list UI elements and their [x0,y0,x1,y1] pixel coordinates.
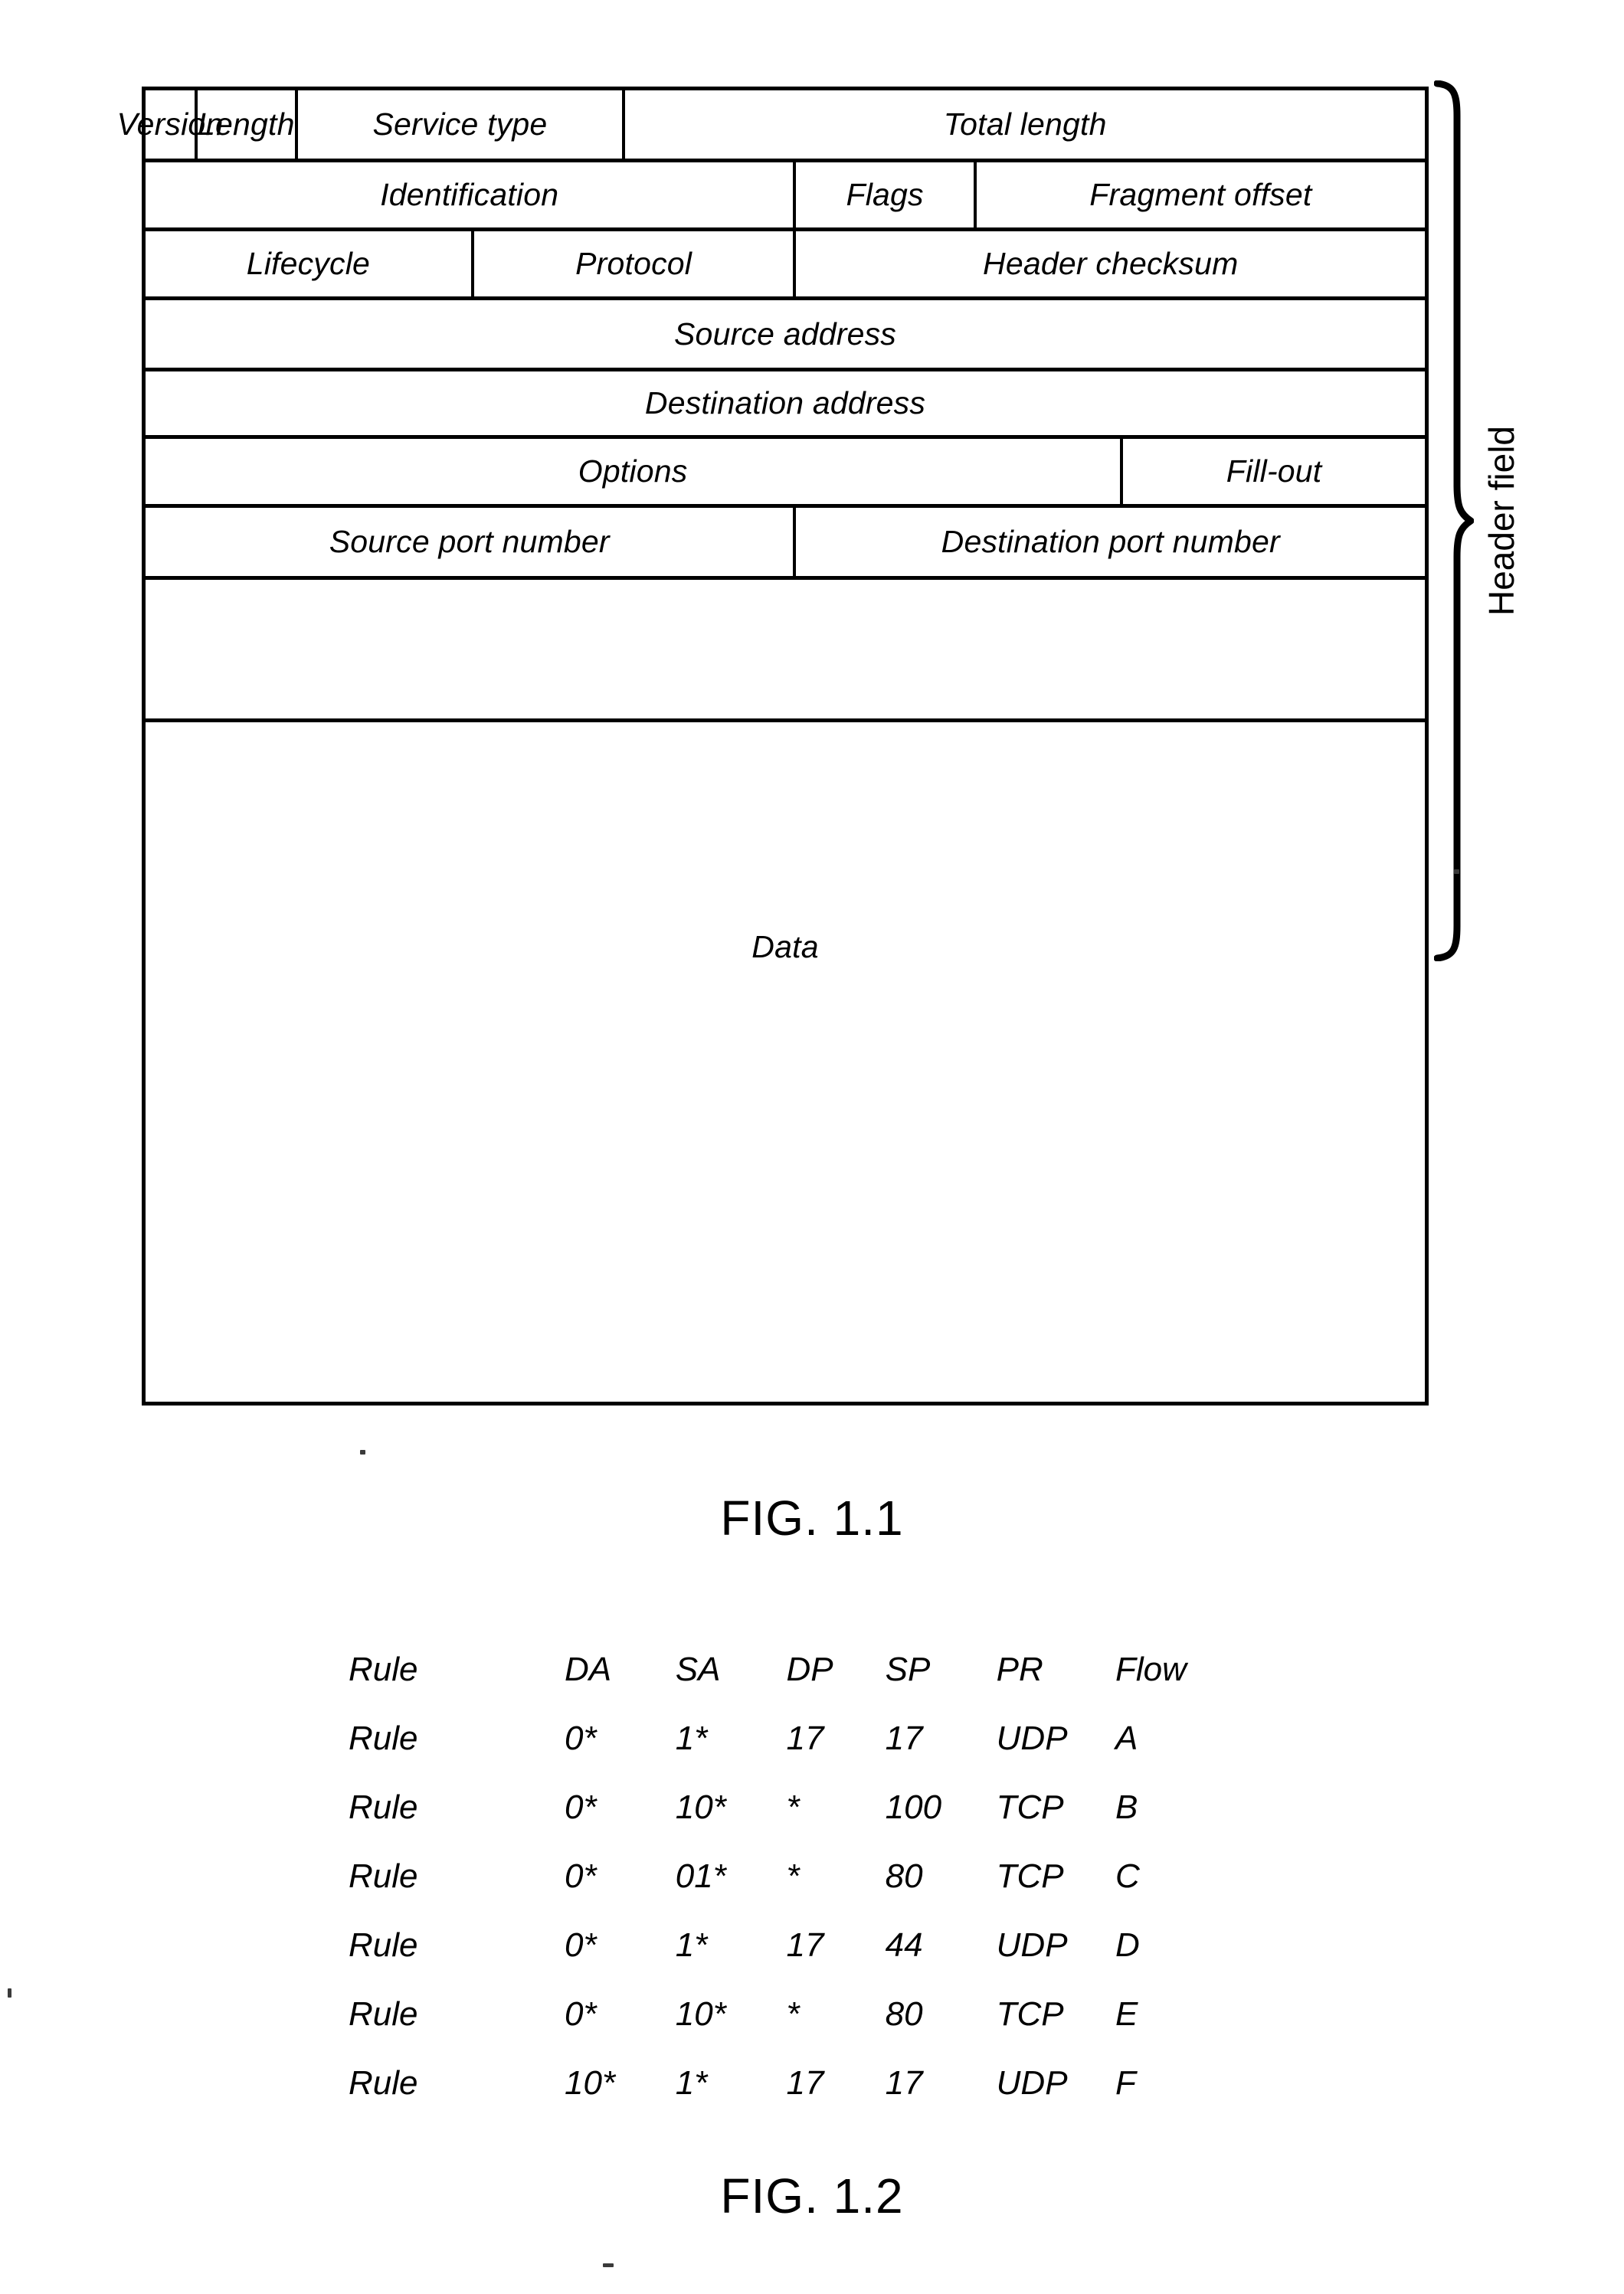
field-identification: Identification [146,162,797,227]
table-row: Rule 10* 1* 17 17 UDP F [349,2064,1207,2133]
cell-da: 0* [565,1857,597,1895]
cell-sa: 10* [675,1788,726,1826]
header-field-label-text: Header field [1482,425,1522,617]
scan-speck [603,2263,614,2267]
header-row-data: Data [146,722,1425,1172]
scan-speck [8,1988,11,1998]
cell-pr: UDP [996,2064,1068,2102]
field-destination-port-number: Destination port number [941,524,1280,559]
scan-speck [360,1450,365,1455]
rule-table: Rule DA SA DP SP PR Flow Rule 0* 1* 17 1… [349,1651,1207,2133]
field-source-address: Source address [674,316,896,352]
figure-1-1-caption: FIG. 1.1 [720,1491,904,1546]
scan-speck [1454,869,1459,874]
cell-sa: 10* [675,1995,726,2033]
cell-sp: 17 [885,1720,923,1757]
packet-header-diagram: Version Length Service type Total length… [117,87,1429,1406]
column-header-pr: PR [996,1651,1043,1688]
field-version: Version [117,90,223,159]
header-row-3: Lifecycle Protocol Header checksum [146,231,1425,300]
field-lifecycle: Lifecycle [146,231,474,296]
header-field-brace [1433,80,1475,962]
cell-da: 0* [565,1995,597,2033]
cell-sa: 1* [675,2064,708,2102]
cell-da: 0* [565,1788,597,1826]
cell-rule: Rule [349,1926,418,1964]
header-field-label: Header field [1478,80,1524,961]
cell-dp: 17 [786,1720,824,1757]
cell-dp: * [786,1857,800,1895]
cell-sp: 80 [885,1995,923,2033]
header-row-4: Source address [146,300,1425,371]
figure-1-2-caption: FIG. 1.2 [720,2168,904,2224]
column-header-rule: Rule [349,1651,418,1688]
cell-pr: UDP [996,1720,1068,1757]
cell-flow: A [1115,1720,1138,1757]
header-row-7: Source port number Destination port numb… [146,508,1425,580]
column-header-dp: DP [786,1651,833,1688]
header-row-empty [146,580,1425,722]
cell-flow: D [1115,1926,1140,1964]
table-row: Rule 0* 10* * 80 TCP E [349,1995,1207,2064]
table-row: Rule 0* 10* * 100 TCP B [349,1788,1207,1857]
field-length: Length [198,90,298,159]
cell-sa: 1* [675,1926,708,1964]
cell-sp: 100 [885,1788,942,1826]
cell-dp: 17 [786,2064,824,2102]
cell-da: 0* [565,1720,597,1757]
cell-sp: 44 [885,1926,923,1964]
field-destination-address: Destination address [644,385,926,421]
field-fragment-offset: Fragment offset [1089,177,1312,212]
cell-rule: Rule [349,2064,418,2102]
cell-dp: * [786,1995,800,2033]
column-header-sp: SP [885,1651,931,1688]
cell-rule: Rule [349,1720,418,1757]
field-protocol: Protocol [474,231,797,296]
cell-pr: UDP [996,1926,1068,1964]
cell-pr: TCP [996,1857,1064,1895]
cell-rule: Rule [349,1995,418,2033]
column-header-da: DA [565,1651,612,1688]
cell-rule: Rule [349,1788,418,1826]
cell-dp: 17 [786,1926,824,1964]
cell-rule: Rule [349,1857,418,1895]
field-flags: Flags [796,162,977,227]
cell-sa: 1* [675,1720,708,1757]
column-header-flow: Flow [1115,1651,1187,1688]
header-row-1: Version Length Service type Total length [117,90,1425,162]
header-row-2: Identification Flags Fragment offset [146,162,1425,231]
cell-da: 0* [565,1926,597,1964]
field-data: Data [751,929,819,964]
field-header-checksum: Header checksum [983,246,1239,281]
table-row: Rule 0* 01* * 80 TCP C [349,1857,1207,1926]
cell-dp: * [786,1788,800,1826]
field-total-length: Total length [943,106,1107,142]
cell-flow: C [1115,1857,1140,1895]
cell-da: 10* [565,2064,616,2102]
header-row-5: Destination address [146,371,1425,439]
cell-sa: 01* [675,1857,726,1895]
field-options: Options [146,439,1124,504]
cell-flow: F [1115,2064,1136,2102]
table-row: Rule 0* 1* 17 44 UDP D [349,1926,1207,1995]
column-header-sa: SA [675,1651,721,1688]
header-row-6: Options Fill-out [146,439,1425,508]
cell-sp: 17 [885,2064,923,2102]
cell-sp: 80 [885,1857,923,1895]
table-row: Rule 0* 1* 17 17 UDP A [349,1720,1207,1788]
field-source-port-number: Source port number [146,508,797,576]
field-fill-out: Fill-out [1226,453,1322,489]
cell-pr: TCP [996,1995,1064,2033]
cell-pr: TCP [996,1788,1064,1826]
cell-flow: E [1115,1995,1138,2033]
field-empty [146,580,1425,718]
table-header-row: Rule DA SA DP SP PR Flow [349,1651,1207,1720]
field-service-type: Service type [298,90,626,159]
cell-flow: B [1115,1788,1138,1826]
